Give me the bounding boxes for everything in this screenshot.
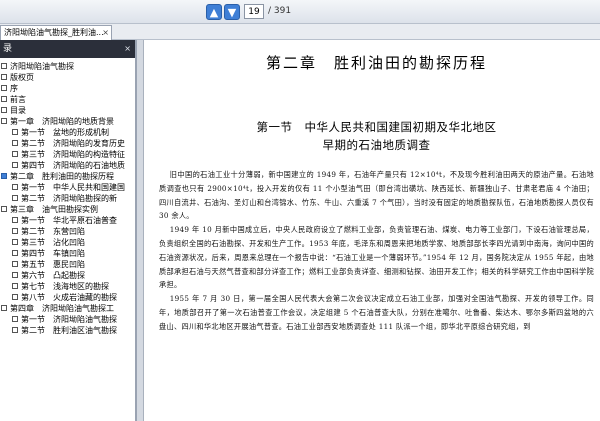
toc-item[interactable]: 第四节 车镇凹陷 [0,248,135,259]
toc-item-label: 第七节 浅海地区的勘探 [21,282,109,291]
toc-item-label: 第二节 东营凹陷 [21,227,85,236]
section-title: 第一节 中华人民共和国建国初期及华北地区 早期的石油地质调查 [159,118,594,154]
toc-item-label: 第六节 凸起勘探 [21,271,85,280]
toc-list: 济阳坳陷油气勘探 版权页序前言目录第一章 济阳坳陷的地质背景 第一节 盆地的形成机制… [0,58,135,336]
toc-item-label: 第四节 济阳坳陷的石油地质 [21,161,125,170]
toc-item-label: 前言 [10,95,26,104]
toc-item[interactable]: 序 [0,83,135,94]
toc-item-label: 第二节 济阳坳陷的发育历史 [21,139,125,148]
toc-item[interactable]: 第二节 济阳坳陷勘探的新 [0,193,135,204]
section-title-line1: 第一节 中华人民共和国建国初期及华北地区 [256,120,497,134]
toc-item-label: 第二节 胜利油区油气勘探 [21,326,117,335]
document-page: 第二章 胜利油田的勘探历程 第一节 中华人民共和国建国初期及华北地区 早期的石油… [145,40,600,421]
toc-item-label: 第一节 中华人民共和国建国 [21,183,125,192]
arrow-up-icon[interactable]: ▲ [206,4,222,20]
toc-item-label: 第五节 惠民凹陷 [21,260,85,269]
toc-item-label: 第一节 华北平原石油普查 [21,216,117,225]
node-icon[interactable] [12,195,18,201]
toc-item[interactable]: 第二节 济阳坳陷的发育历史 [0,138,135,149]
toc-item[interactable]: 第四节 济阳坳陷的石油地质 [0,160,135,171]
toc-item[interactable]: 第三节 沾化凹陷 [0,237,135,248]
node-icon[interactable] [12,217,18,223]
node-icon[interactable] [1,96,7,102]
paragraph: 1955 年 7 月 30 日，第一届全国人民代表大会第二次会议决定成立石油工业… [159,294,594,331]
toc-item[interactable]: 前言 [0,94,135,105]
toc-item[interactable]: 第三节 济阳坳陷的构造特征 [0,149,135,160]
toc-item[interactable]: 济阳坳陷油气勘探 [0,61,135,72]
sidebar-close-icon[interactable]: × [124,40,131,58]
expanded-node-icon[interactable] [1,173,7,179]
toc-item[interactable]: 第六节 凸起勘探 [0,270,135,281]
node-icon[interactable] [12,283,18,289]
node-icon[interactable] [12,129,18,135]
node-icon[interactable] [1,74,7,80]
node-icon[interactable] [12,261,18,267]
toc-item[interactable]: 第二节 胜利油区油气勘探 [0,325,135,336]
paragraph: 1949 年 10 月新中国成立后，中央人民政府设立了燃料工业部，负责管理石油、… [159,225,594,290]
node-icon[interactable] [12,140,18,146]
arrow-down-icon[interactable]: ▼ [224,4,240,20]
toc-item[interactable]: 第二章 胜利油田的勘探历程 [0,171,135,182]
node-icon[interactable] [12,239,18,245]
node-icon[interactable] [12,272,18,278]
node-icon[interactable] [12,228,18,234]
node-icon[interactable] [1,118,7,124]
node-icon[interactable] [12,294,18,300]
page-total: / 391 [268,6,292,16]
sidebar-splitter[interactable] [137,40,144,421]
toc-item[interactable]: 第四章 济阳坳陷油气勘探工 [0,303,135,314]
toc-item-label: 第三节 沾化凹陷 [21,238,85,247]
toc-item-label: 济阳坳陷油气勘探 [10,62,74,71]
toc-item-label: 第二章 胜利油田的勘探历程 [10,172,114,181]
toc-item[interactable]: 第二节 东营凹陷 [0,226,135,237]
toc-item[interactable]: 版权页 [0,72,135,83]
toc-item-label: 第二节 济阳坳陷勘探的新 [21,194,117,203]
node-icon[interactable] [1,206,7,212]
chapter-title: 第二章 胜利油田的勘探历程 [265,54,487,72]
toc-item-label: 版权页 [10,73,34,82]
toc-item[interactable]: 第八节 火成岩油藏的勘探 [0,292,135,303]
close-icon[interactable]: × [102,26,109,39]
node-icon[interactable] [12,162,18,168]
toc-item-label: 第一节 盆地的形成机制 [21,128,109,137]
node-icon[interactable] [12,184,18,190]
toc-item[interactable]: 第一章 济阳坳陷的地质背景 [0,116,135,127]
node-icon[interactable] [12,327,18,333]
toc-item[interactable]: 第一节 济阳坳陷油气勘探 [0,314,135,325]
section-title-line2: 早期的石油地质调查 [322,138,431,152]
toc-item[interactable]: 第一节 盆地的形成机制 [0,127,135,138]
toc-item-label: 第四章 济阳坳陷油气勘探工 [10,304,114,313]
toc-item-label: 目录 [10,106,26,115]
toc-item[interactable]: 目录 [0,105,135,116]
toc-item-label: 序 [10,84,18,93]
page-number-input[interactable] [244,4,264,19]
document-tab-label: 济阳坳陷油气勘探_胜利油... [4,28,104,37]
node-icon[interactable] [12,151,18,157]
toolbar: ▲ ▼ / 391 [0,0,600,24]
body-text: 旧中国的石油工业十分薄弱，新中国建立的 1949 年，石油年产量只有 12×10… [159,168,594,334]
document-tab[interactable]: 济阳坳陷油气勘探_胜利油... × [0,25,112,40]
toc-item-label: 第一章 济阳坳陷的地质背景 [10,117,114,126]
toc-item-label: 第三节 济阳坳陷的构造特征 [21,150,125,159]
node-icon[interactable] [1,63,7,69]
node-icon[interactable] [1,305,7,311]
node-icon[interactable] [12,316,18,322]
tab-bar: 济阳坳陷油气勘探_胜利油... × [0,24,600,40]
toc-item-label: 第三章 油气田勘探实例 [10,205,98,214]
toc-item[interactable]: 第三章 油气田勘探实例 [0,204,135,215]
sidebar-title: 录 [3,44,13,54]
toc-item[interactable]: 第七节 浅海地区的勘探 [0,281,135,292]
toc-item[interactable]: 第五节 惠民凹陷 [0,259,135,270]
toc-item[interactable]: 第一节 中华人民共和国建国 [0,182,135,193]
paragraph: 旧中国的石油工业十分薄弱，新中国建立的 1949 年，石油年产量只有 12×10… [159,170,594,221]
toc-item[interactable]: 第一节 华北平原石油普查 [0,215,135,226]
node-icon[interactable] [1,85,7,91]
bookmarks-sidebar: 录 × 济阳坳陷油气勘探 版权页序前言目录第一章 济阳坳陷的地质背景 第一节 盆地的… [0,40,137,421]
toc-item-label: 第一节 济阳坳陷油气勘探 [21,315,117,324]
toc-item-label: 第八节 火成岩油藏的勘探 [21,293,117,302]
sidebar-header: 录 × [0,40,135,58]
node-icon[interactable] [12,250,18,256]
node-icon[interactable] [1,107,7,113]
toc-item-label: 第四节 车镇凹陷 [21,249,85,258]
